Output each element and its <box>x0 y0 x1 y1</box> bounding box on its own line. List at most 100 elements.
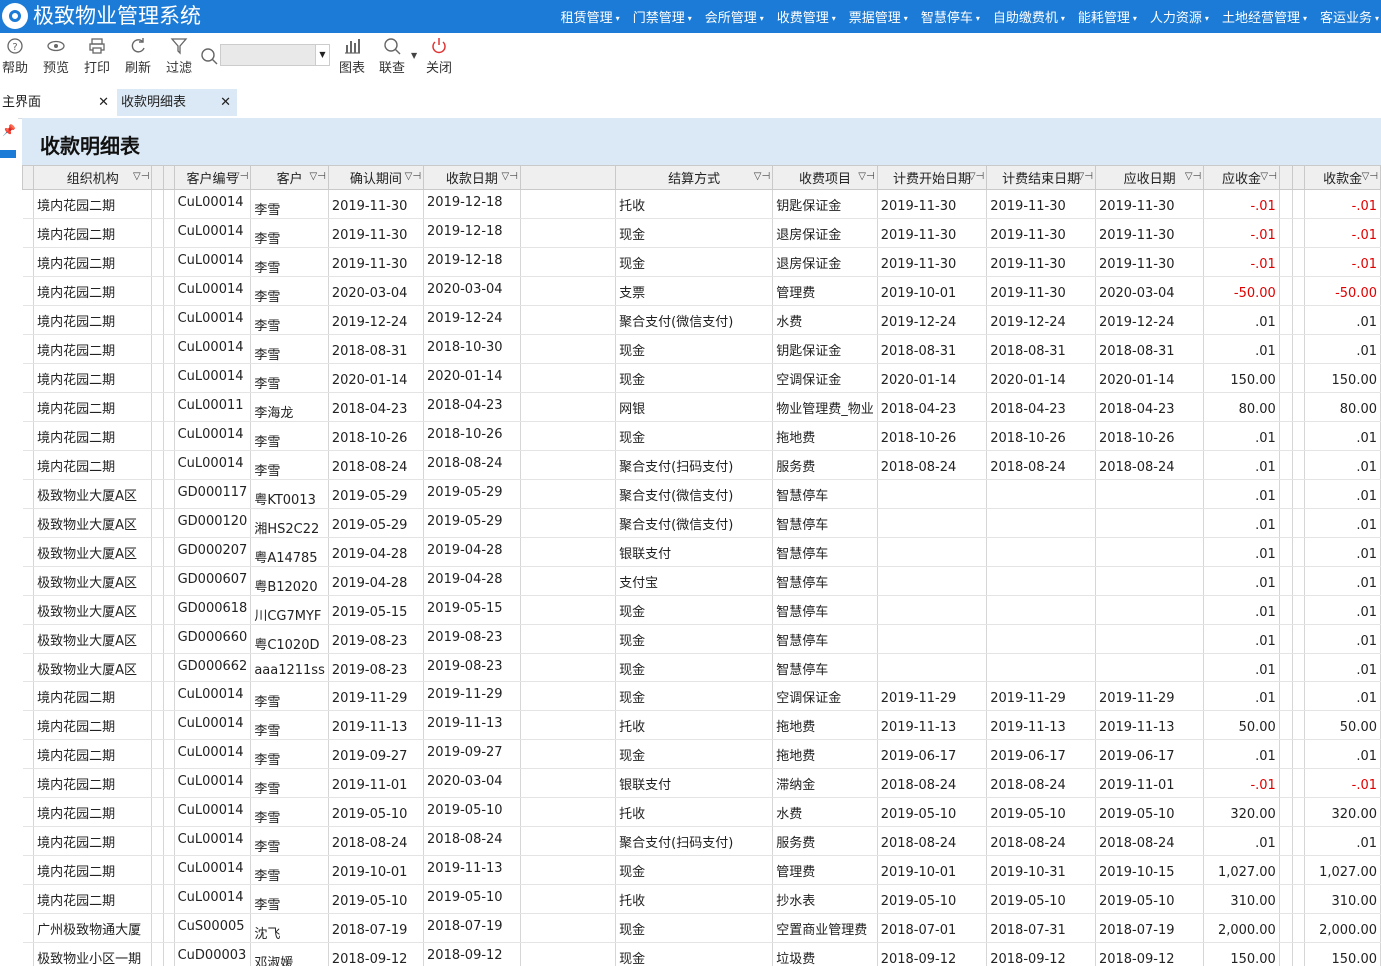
filter-pin-icon[interactable]: ▽⊣ <box>133 171 149 182</box>
table-row[interactable]: 极致物业大厦A区 GD000207 粤A14785 2019-04-28 2019-04… <box>22 537 1381 567</box>
table-row[interactable]: 境内花园二期 CuL00014 李雪 2019-12-24 2019-12-24 聚合支付… <box>22 305 1381 335</box>
table-row[interactable]: 境内花园二期 CuL00014 李雪 2019-11-30 2019-12-18 现金 退房… <box>22 218 1381 248</box>
table-row[interactable]: 境内花园二期 CuL00014 李雪 2019-11-29 2019-11-29 现金 空调… <box>22 681 1381 711</box>
filter-pin-icon[interactable]: ▽⊣ <box>309 171 325 182</box>
search-icon[interactable] <box>200 46 220 68</box>
table-cell: 空置商业管理费 <box>772 913 878 943</box>
search-input[interactable] <box>220 44 316 66</box>
column-header[interactable]: 收款日期 ▽⊣ <box>423 165 521 190</box>
column-header[interactable]: 收款金 ▽⊣ <box>1304 165 1381 190</box>
table-row[interactable]: 境内花园二期 CuL00011 李海龙 2018-04-23 2018-04-23 网银物… <box>22 392 1381 422</box>
column-header[interactable]: 客户编号 ▽⊣ <box>173 165 252 190</box>
table-cell: 退房保证金 <box>772 218 878 248</box>
table-row[interactable]: 极致物业大厦A区 GD000618 川CG7MYF 2019-05-15 2019-05… <box>22 595 1381 625</box>
column-header[interactable]: 计费开始日期 ▽⊣ <box>876 165 988 190</box>
preview-button[interactable]: 预览 <box>37 37 75 76</box>
table-row[interactable]: 境内花园二期 CuL00014 李雪 2018-08-31 2018-10-30 现金 钥匙… <box>22 334 1381 364</box>
filler-cell <box>520 276 617 306</box>
chart-button[interactable]: 图表 <box>333 37 371 76</box>
menu-item[interactable]: 门禁管理 ▾ <box>633 7 692 26</box>
table-cell: 2018-08-31 <box>328 334 425 364</box>
menu-item[interactable]: 能耗管理 ▾ <box>1078 7 1137 26</box>
linked-query-dropdown-icon[interactable]: ▼ <box>411 51 417 60</box>
close-button[interactable]: 关闭 <box>420 37 458 76</box>
table-row[interactable]: 境内花园二期 CuL00014 李雪 2018-08-24 2018-08-24 聚合支付… <box>22 450 1381 480</box>
tab-main[interactable]: 主界面 ✕ <box>0 89 115 116</box>
table-row[interactable]: 境内花园二期 CuL00014 李雪 2019-11-30 2019-12-18 现金 退房… <box>22 247 1381 277</box>
table-row[interactable]: 极致物业大厦A区 GD000660 粤C1020D 2019-08-23 2019-08… <box>22 624 1381 654</box>
linked-query-button[interactable]: 联查 <box>373 37 411 76</box>
print-button[interactable]: 打印 <box>78 37 116 76</box>
table-row[interactable]: 极致物业大厦A区 GD000120 湘HS2C22 2019-05-29 2019-05… <box>22 508 1381 538</box>
table-row[interactable]: 境内花园二期 CuL00014 李雪 2019-11-13 2019-11-13 托收 拖地… <box>22 710 1381 740</box>
column-header-label: 收款金 <box>1323 172 1363 187</box>
help-button[interactable]: ? 帮助 <box>0 37 34 76</box>
search-dropdown-button[interactable]: ▼ <box>316 44 330 66</box>
table-row[interactable]: 境内花园二期 CuL00014 李雪 2019-05-10 2019-05-10 托收 抄水… <box>22 884 1381 914</box>
table-cell: 2018-09-12 <box>877 942 988 966</box>
table-row[interactable]: 境内花园二期 CuL00014 李雪 2020-01-14 2020-01-14 现金 空调… <box>22 363 1381 393</box>
table-cell: 李雪 <box>250 189 329 219</box>
filter-pin-icon[interactable]: ▽⊣ <box>405 171 421 182</box>
column-header[interactable]: 结算方式 ▽⊣ <box>615 165 774 190</box>
report-grid[interactable]: 组织机构 ▽⊣ 客户编号 ▽⊣ 客户 ▽⊣ 确认期间 ▽⊣ 收款日期 ▽⊣ 结算方式 ▽⊣ 收费项目 ▽⊣… <box>22 165 1381 966</box>
filter-pin-icon[interactable]: ▽⊣ <box>858 171 874 182</box>
column-header[interactable]: 应收日期 ▽⊣ <box>1094 165 1205 190</box>
filter-pin-icon[interactable]: ▽⊣ <box>754 171 770 182</box>
column-header[interactable]: 计费结束日期 ▽⊣ <box>986 165 1096 190</box>
side-panel-tab[interactable] <box>0 150 16 158</box>
menu-item[interactable]: 收费管理 ▾ <box>777 7 836 26</box>
filter-pin-icon[interactable]: ▽⊣ <box>232 171 248 182</box>
filter-pin-icon[interactable]: ▽⊣ <box>1260 171 1276 182</box>
table-cell: 320.00 <box>1304 797 1381 827</box>
filter-button[interactable]: 过滤 <box>160 37 198 76</box>
menu-item[interactable]: 人力资源 ▾ <box>1150 7 1209 26</box>
column-header[interactable]: 应收金 ▽⊣ <box>1203 165 1280 190</box>
table-row[interactable]: 境内花园二期 CuL00014 李雪 2019-11-01 2020-03-04 银联支付… <box>22 768 1381 798</box>
table-row[interactable]: 极致物业大厦A区 GD000607 粤B12020 2019-04-28 2019-04… <box>22 566 1381 596</box>
caret-down-icon: ▾ <box>1204 14 1209 23</box>
table-cell: 2019-12-18 <box>423 247 521 277</box>
filler-cell <box>151 508 164 538</box>
close-icon[interactable]: ✕ <box>98 89 109 116</box>
table-row[interactable]: 境内花园二期 CuL00014 李雪 2019-05-10 2019-05-10 托收 水费… <box>22 797 1381 827</box>
filter-pin-icon[interactable]: ▽⊣ <box>1077 171 1093 182</box>
table-row[interactable]: 境内花园二期 CuL00014 李雪 2019-09-27 2019-09-27 现金 拖地… <box>22 739 1381 769</box>
filter-pin-icon[interactable]: ▽⊣ <box>1185 171 1201 182</box>
table-row[interactable]: 境内花园二期 CuL00014 李雪 2019-10-01 2019-11-13 现金 管理… <box>22 855 1381 885</box>
table-row[interactable]: 境内花园二期 CuL00014 李雪 2019-11-30 2019-12-18 托收 钥匙… <box>22 189 1381 219</box>
filler-cell <box>520 681 617 711</box>
table-row[interactable]: 境内花园二期 CuL00014 李雪 2020-03-04 2020-03-04 支票 管理… <box>22 276 1381 306</box>
menu-item[interactable]: 会所管理 ▾ <box>705 7 764 26</box>
close-icon[interactable]: ✕ <box>220 89 231 116</box>
table-row[interactable]: 极致物业小区一期 CuD00003 邓淑媛 2018-09-12 2018-09-12 现… <box>22 942 1381 966</box>
table-cell: 2020-01-14 <box>1095 363 1205 393</box>
column-header[interactable]: 确认期间 ▽⊣ <box>327 165 425 190</box>
filler-cell <box>1279 392 1293 422</box>
menu-item[interactable]: 土地经营管理 ▾ <box>1222 7 1307 26</box>
tab-receipt-detail[interactable]: 收款明细表 ✕ <box>117 89 237 116</box>
filter-pin-icon[interactable]: ▽⊣ <box>1362 171 1378 182</box>
filler-cell <box>151 421 164 451</box>
table-row[interactable]: 极致物业大厦A区 GD000662 aaa1211ss 2019-08-23 2019-… <box>22 653 1381 682</box>
column-header[interactable]: 组织机构 ▽⊣ <box>33 165 153 190</box>
column-header[interactable]: 收费项目 ▽⊣ <box>772 165 878 190</box>
filter-pin-icon[interactable]: ▽⊣ <box>501 171 517 182</box>
table-row[interactable]: 广州极致物通大厦 CuS00005 沈飞 2018-07-19 2018-07-19 现金… <box>22 913 1381 943</box>
table-row[interactable]: 极致物业大厦A区 GD000117 粤KT0013 2019-05-29 2019-05… <box>22 479 1381 509</box>
pin-icon[interactable]: 📌 <box>2 124 16 137</box>
filler-cell <box>163 276 175 306</box>
menu-item[interactable]: 票据管理 ▾ <box>849 7 908 26</box>
table-row[interactable]: 境内花园二期 CuL00014 李雪 2018-08-24 2018-08-24 聚合支付… <box>22 826 1381 856</box>
table-cell: 2019-11-30 <box>986 189 1096 219</box>
menu-item[interactable]: 租赁管理 ▾ <box>561 7 620 26</box>
menu-item[interactable]: 客运业务 ▾ <box>1320 7 1379 26</box>
table-row[interactable]: 境内花园二期 CuL00014 李雪 2018-10-26 2018-10-26 现金 拖地… <box>22 421 1381 451</box>
refresh-button[interactable]: 刷新 <box>119 37 157 76</box>
filler-cell <box>1279 595 1293 625</box>
menu-item[interactable]: 自助缴费机 ▾ <box>993 7 1065 26</box>
filter-pin-icon[interactable]: ▽⊣ <box>968 171 984 182</box>
table-cell: 2018-04-23 <box>1095 392 1205 422</box>
column-header[interactable]: 客户 ▽⊣ <box>250 165 329 190</box>
menu-item[interactable]: 智慧停车 ▾ <box>921 7 980 26</box>
